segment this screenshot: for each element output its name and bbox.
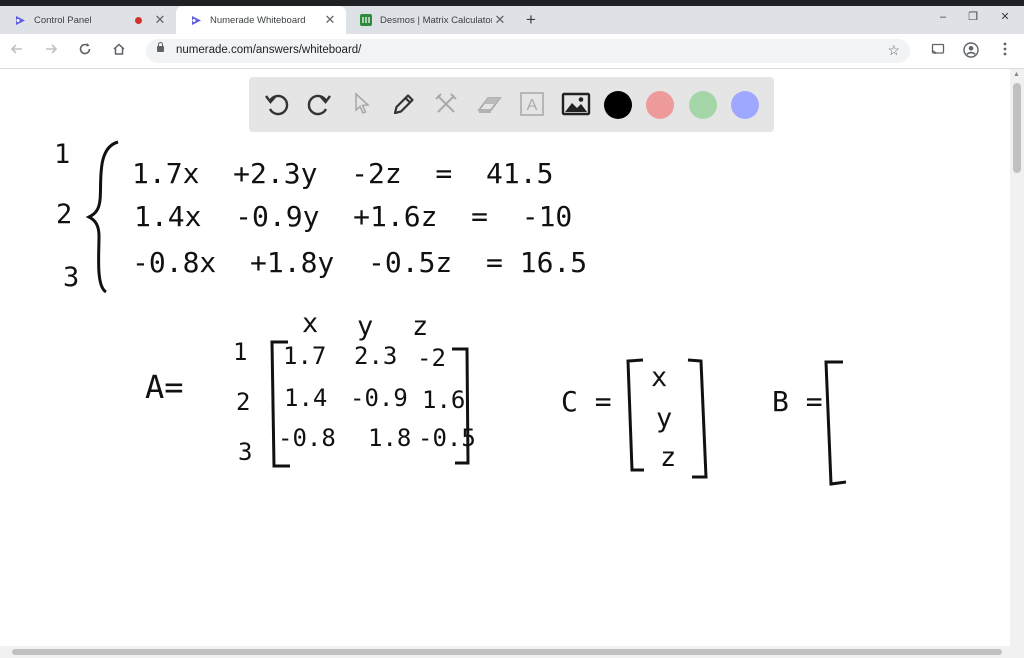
matrix-a-cell: 1.4 [284, 384, 327, 412]
matrix-a-row-label-3: 3 [238, 438, 252, 466]
equation-index-1: 1 [54, 139, 70, 170]
matrix-b-left-bracket [824, 360, 847, 486]
matrix-c-right-bracket [687, 358, 708, 479]
matrix-c-label: C = [561, 385, 612, 418]
matrix-a-cell: 1.8 [368, 424, 411, 452]
matrix-a-cell: 1.6 [422, 386, 465, 414]
matrix-c-entry-y: y [656, 403, 672, 434]
equation-3: -0.8x +1.8y -0.5z = 16.5 [132, 246, 587, 279]
vertical-scrollbar-thumb[interactable] [1013, 83, 1021, 173]
matrix-a-cell: -0.8 [278, 424, 336, 452]
scroll-up-icon[interactable]: ▲ [1013, 71, 1020, 78]
matrix-a-row-label-1: 1 [233, 338, 247, 366]
matrix-c-left-bracket [626, 358, 644, 472]
matrix-a-cell: 2.3 [354, 342, 397, 370]
matrix-a-cell: 1.7 [283, 342, 326, 370]
matrix-a-cell: -2 [417, 344, 446, 372]
matrix-a-col-header-y: y [357, 311, 373, 342]
horizontal-scrollbar[interactable] [0, 646, 1024, 658]
equation-index-3: 3 [63, 262, 79, 293]
matrix-c-entry-x: x [651, 362, 667, 393]
system-brace [85, 140, 119, 294]
handwriting-layer: 1 2 3 1.7x +2.3y -2z = 41.5 1.4x -0.9y +… [54, 139, 847, 486]
matrix-a-label: A= [145, 368, 184, 406]
matrix-b-label: B = [772, 385, 823, 418]
matrix-a-cell: -0.9 [350, 384, 408, 412]
equation-2: 1.4x -0.9y +1.6z = -10 [134, 200, 572, 233]
vertical-scrollbar[interactable]: ▲ [1010, 69, 1024, 646]
matrix-a-row-label-2: 2 [236, 388, 250, 416]
equation-1: 1.7x +2.3y -2z = 41.5 [132, 157, 553, 190]
equation-index-2: 2 [56, 199, 72, 230]
matrix-c-entry-z: z [660, 442, 676, 473]
matrix-a-cell: -0.5 [418, 424, 476, 452]
horizontal-scrollbar-thumb[interactable] [12, 649, 1002, 655]
matrix-a-col-header-z: z [412, 311, 428, 342]
matrix-a-col-header-x: x [302, 308, 318, 339]
